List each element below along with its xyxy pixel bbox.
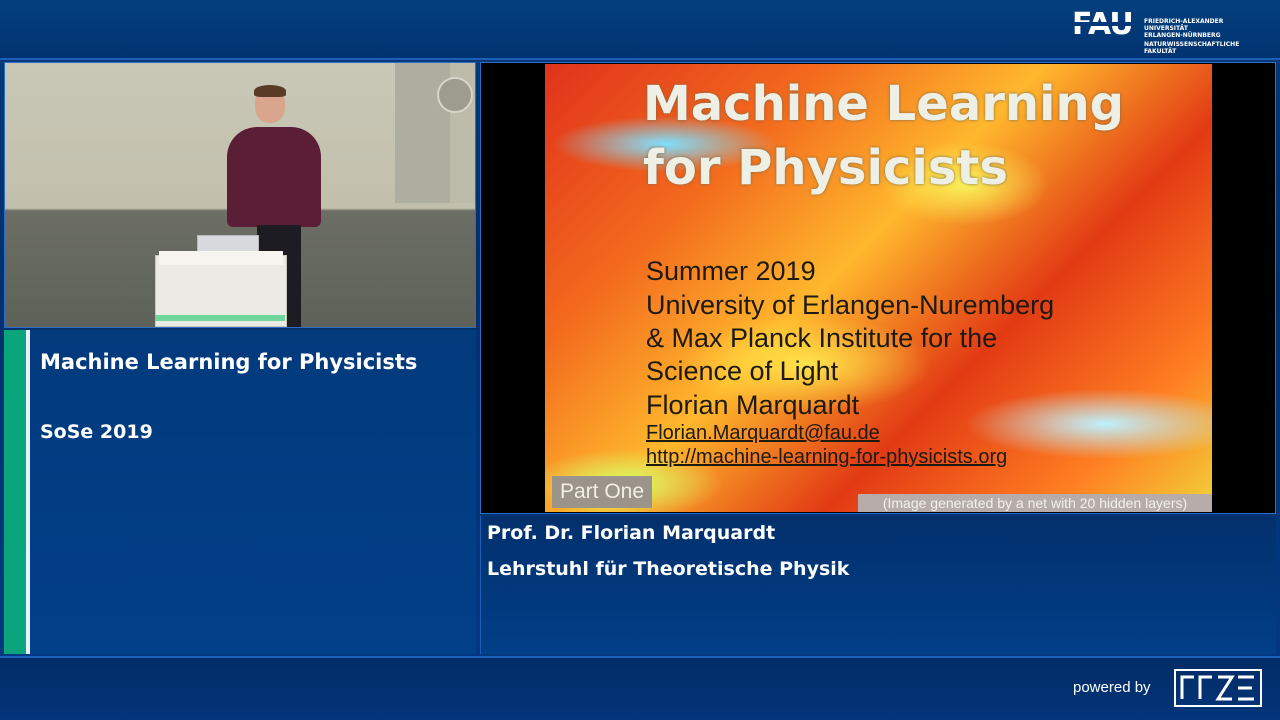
slide-line-institute: & Max Planck Institute for the — [646, 323, 998, 353]
lecturer-chair: Lehrstuhl für Theoretische Physik — [487, 558, 850, 580]
slide-line-institute-2: Science of Light — [646, 356, 839, 386]
podium-top — [159, 251, 283, 265]
fau-logo-line-4: NATURWISSENSCHAFTLICHE — [1144, 41, 1240, 48]
speaker-hair — [254, 85, 286, 97]
fau-logo-line-3: ERLANGEN-NÜRNBERG — [1144, 32, 1221, 39]
fau-logo-line-2: UNIVERSITÄT — [1144, 25, 1188, 32]
course-term: SoSe 2019 — [40, 421, 153, 443]
slide-line-university: University of Erlangen-Nuremberg — [646, 290, 1055, 320]
slide-line-term: Summer 2019 — [646, 256, 816, 286]
fau-logo-line-1: FRIEDRICH-ALEXANDER — [1144, 18, 1224, 25]
fau-logo-stripe — [1072, 22, 1142, 26]
slide-line-author: Florian Marquardt — [646, 390, 860, 420]
podium-strip — [155, 315, 285, 321]
accent-bar-line — [26, 330, 30, 654]
accent-bar — [4, 330, 26, 654]
camera-video-view[interactable] — [4, 62, 476, 328]
lecturer-name: Prof. Dr. Florian Marquardt — [487, 522, 776, 544]
fau-logo-line-5: FAKULTÄT — [1144, 48, 1177, 55]
slide-title: Machine Learning for Physicists — [643, 76, 1125, 196]
course-title: Machine Learning for Physicists — [40, 350, 418, 374]
speaker-body — [227, 127, 321, 227]
slide-url-link: http://machine-learning-for-physicists.o… — [646, 446, 1008, 468]
slide-image-credit: (Image generated by a net with 20 hidden… — [858, 494, 1212, 512]
rrze-logo-icon — [1174, 669, 1262, 707]
fau-logo: FAU FRIEDRICH-ALEXANDER UNIVERSITÄT ERLA… — [1072, 8, 1242, 55]
powered-by-text: powered by — [1073, 679, 1151, 696]
slide-part-label: Part One — [552, 476, 653, 508]
slide-email-link: Florian.Marquardt@fau.de — [646, 422, 880, 444]
university-seal-icon — [437, 77, 473, 113]
slide-view: Machine Learning for Physicists Summer 2… — [545, 64, 1212, 512]
